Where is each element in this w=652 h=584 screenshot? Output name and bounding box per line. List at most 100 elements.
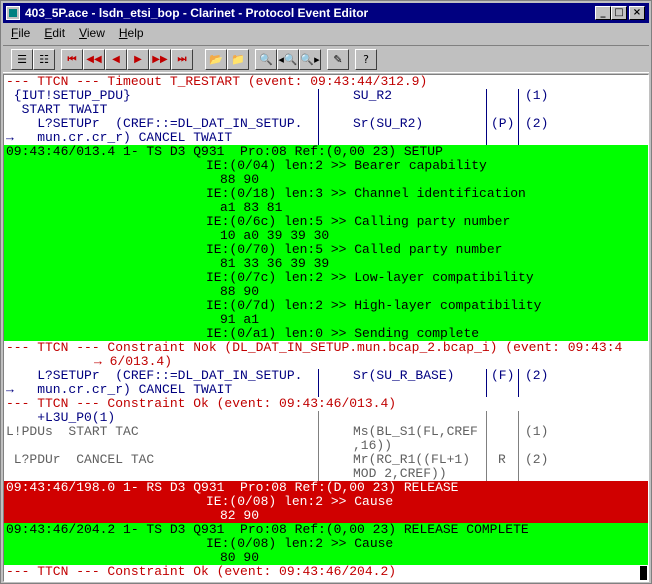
fast-forward-button[interactable]: ▶▶ (149, 49, 171, 70)
ttcn-table-row[interactable]: → mun.cr.cr_r) CANCEL TWAIT (4, 131, 648, 145)
column-divider (318, 383, 319, 397)
toolbar: ☰ ☷ ⏮ ◀◀ ◀ ▶ ▶▶ ⏭ 📂 📁 🔍 ◂🔍 🔍▸ ✎? (3, 45, 649, 73)
ttcn-constraint-nok-line[interactable]: --- TTCN --- Constraint Nok (DL_DAT_IN_S… (4, 341, 648, 355)
ie-bytes[interactable]: a1 83 81 (4, 201, 648, 215)
first-event-icon: ⏮ (67, 54, 77, 65)
ttcn-table-row[interactable]: {IUT!SETUP_PDU} SU_R2 (1) (4, 89, 648, 103)
app-icon[interactable] (6, 6, 20, 20)
frame-header-release[interactable]: 09:43:46/198.0 1- RS D3 Q931 Pro:08 Ref:… (4, 481, 648, 495)
ie-bytes[interactable]: 88 90 (4, 285, 648, 299)
event-log-view[interactable]: --- TTCN --- Timeout T_RESTART (event: 0… (3, 74, 649, 582)
rewind-button[interactable]: ◀◀ (83, 49, 105, 70)
ie-line[interactable]: IE:(0/18) len:3 >> Channel identificatio… (4, 187, 648, 201)
menu-edit[interactable]: Edit (36, 25, 71, 40)
log-text: 09:43:46/198.0 1- RS D3 Q931 Pro:08 Ref:… (6, 481, 459, 495)
menu-view[interactable]: View (71, 25, 111, 40)
log-text: → mun.cr.cr_r) CANCEL TWAIT (6, 131, 233, 145)
log-text: (2) (525, 117, 549, 131)
column-divider (518, 439, 519, 453)
log-text: --- TTCN --- Constraint Nok (DL_DAT_IN_S… (6, 341, 623, 355)
first-event-button[interactable]: ⏮ (61, 49, 83, 70)
maximize-button[interactable]: □ (611, 6, 627, 20)
log-text: → mun.cr.cr_r) CANCEL TWAIT (6, 383, 233, 397)
ie-line[interactable]: IE:(0/7c) len:2 >> Low-layer compatibili… (4, 271, 648, 285)
ttcn-table-row[interactable]: L?PDUr CANCEL TAC Mr(RC_R1((FL+1) R (2) (4, 453, 648, 467)
log-text: MOD 2,CREF)) (353, 467, 447, 481)
ttcn-table-row[interactable]: MOD 2,CREF)) (4, 467, 648, 481)
find-next-button[interactable]: 🔍▸ (299, 49, 321, 70)
context-help-button[interactable]: ? (355, 49, 377, 70)
ttcn-table-row[interactable]: → mun.cr.cr_r) CANCEL TWAIT (4, 383, 648, 397)
log-text: (1) (525, 425, 549, 439)
log-text: IE:(0/70) len:5 >> Called party number (206, 243, 503, 257)
ie-bytes[interactable]: 10 a0 39 39 30 (4, 229, 648, 243)
log-text: (2) (525, 369, 549, 383)
column-divider (486, 89, 487, 103)
log-text: 88 90 (220, 173, 260, 187)
frame-header-setup[interactable]: 09:43:46/013.4 1- TS D3 Q931 Pro:08 Ref:… (4, 145, 648, 159)
ie-bytes[interactable]: 88 90 (4, 173, 648, 187)
save-folder-button[interactable]: 📁 (227, 49, 249, 70)
column-divider (486, 117, 487, 131)
column-divider (486, 103, 487, 117)
ie-line[interactable]: IE:(0/6c) len:5 >> Calling party number (4, 215, 648, 229)
save-folder-icon: 📁 (231, 53, 245, 66)
log-text: (P) (491, 117, 515, 131)
ttcn-timeout-line[interactable]: --- TTCN --- Timeout T_RESTART (event: 0… (4, 75, 648, 89)
ie-bytes[interactable]: 81 33 36 39 39 (4, 257, 648, 271)
ttcn-table-row[interactable]: ,16)) (4, 439, 648, 453)
minimize-button[interactable]: _ (595, 6, 611, 20)
find-icon: 🔍 (259, 53, 273, 66)
ttcn-table-row[interactable]: +L3U_P0(1) (4, 411, 648, 425)
close-button[interactable]: × (629, 6, 645, 20)
log-text: IE:(0/08) len:2 >> Cause (206, 495, 394, 509)
column-divider (486, 131, 487, 145)
menu-file[interactable]: File (3, 25, 36, 40)
ttcn-constraint-ok-line[interactable]: --- TTCN --- Constraint Ok (event: 09:43… (4, 397, 648, 411)
next-event-button[interactable]: ▶ (127, 49, 149, 70)
ttcn-constraint-nok-cont[interactable]: → 6/013.4) (4, 355, 648, 369)
list-detail-button[interactable]: ☷ (33, 49, 55, 70)
ie-line[interactable]: IE:(0/7d) len:2 >> High-layer compatibil… (4, 299, 648, 313)
column-divider (486, 467, 487, 481)
ie-line[interactable]: IE:(0/70) len:5 >> Called party number (4, 243, 648, 257)
ttcn-table-row[interactable]: L?SETUPr (CREF::=DL_DAT_IN_SETUP. Sr(SU_R… (4, 117, 648, 131)
last-event-button[interactable]: ⏭ (171, 49, 193, 70)
column-divider (518, 103, 519, 117)
ttcn-table-row[interactable]: L!PDUs START TAC Ms(BL_S1(FL,CREF (1) (4, 425, 648, 439)
frame-header-release-complete[interactable]: 09:43:46/204.2 1- TS D3 Q931 Pro:08 Ref:… (4, 523, 648, 537)
event-log: --- TTCN --- Timeout T_RESTART (event: 0… (4, 75, 648, 579)
column-divider (518, 369, 519, 383)
column-divider (486, 439, 487, 453)
list-view-button[interactable]: ☰ (11, 49, 33, 70)
column-divider (318, 369, 319, 383)
ie-bytes[interactable]: 80 90 (4, 551, 648, 565)
open-folder-button[interactable]: 📂 (205, 49, 227, 70)
log-text: 09:43:46/013.4 1- TS D3 Q931 Pro:08 Ref:… (6, 145, 443, 159)
ie-line[interactable]: IE:(0/08) len:2 >> Cause (4, 537, 648, 551)
ttcn-table-row[interactable]: START TWAIT (4, 103, 648, 117)
ttcn-constraint-ok-line[interactable]: --- TTCN --- Constraint Ok (event: 09:43… (4, 565, 648, 579)
ie-bytes[interactable]: 82 90 (4, 509, 648, 523)
menu-help[interactable]: Help (111, 25, 150, 40)
ttcn-table-row[interactable]: L?SETUPr (CREF::=DL_DAT_IN_SETUP. Sr(SU_R… (4, 369, 648, 383)
find-button[interactable]: 🔍 (255, 49, 277, 70)
ie-bytes[interactable]: 91 a1 (4, 313, 648, 327)
ie-line[interactable]: IE:(0/08) len:2 >> Cause (4, 495, 648, 509)
find-prev-icon: ◂🔍 (278, 53, 298, 66)
prev-event-button[interactable]: ◀ (105, 49, 127, 70)
title-bar[interactable]: 403_5P.ace - lsdn_etsi_bop - Clarinet - … (3, 3, 649, 23)
log-text: Ms(BL_S1(FL,CREF (353, 425, 478, 439)
ie-line[interactable]: IE:(0/04) len:2 >> Bearer capability (4, 159, 648, 173)
rewind-icon: ◀◀ (86, 54, 102, 65)
list-view-icon: ☰ (17, 53, 27, 66)
ie-line[interactable]: IE:(0/a1) len:0 >> Sending complete (4, 327, 648, 341)
log-text: L?SETUPr (CREF::=DL_DAT_IN_SETUP. (6, 369, 303, 383)
properties-button[interactable]: ✎ (327, 49, 349, 70)
find-prev-button[interactable]: ◂🔍 (277, 49, 299, 70)
column-divider (318, 453, 319, 467)
column-divider (518, 131, 519, 145)
log-text: IE:(0/08) len:2 >> Cause (206, 537, 394, 551)
log-text: L?SETUPr (CREF::=DL_DAT_IN_SETUP. (6, 117, 303, 131)
log-text: → 6/013.4) (94, 355, 173, 369)
